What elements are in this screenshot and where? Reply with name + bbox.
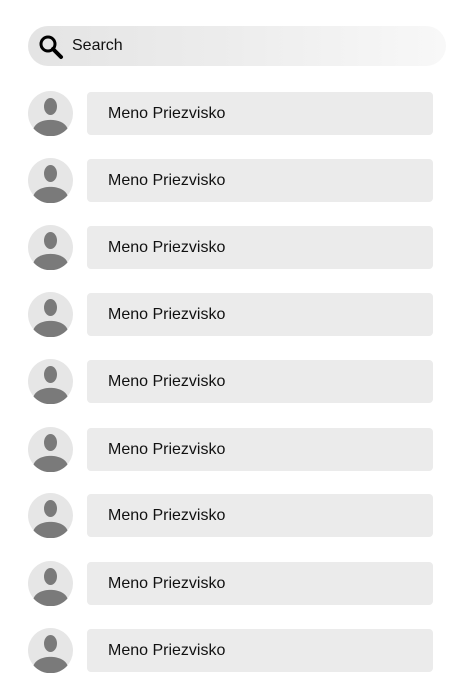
- contact-list: Meno Priezvisko Meno Priezvisko Meno Pri…: [0, 0, 474, 699]
- user-avatar-icon: [28, 493, 73, 538]
- contact-name[interactable]: Meno Priezvisko: [87, 494, 433, 537]
- contact-row[interactable]: Meno Priezvisko: [0, 292, 474, 338]
- contact-name[interactable]: Meno Priezvisko: [87, 92, 433, 135]
- user-avatar-icon: [28, 359, 73, 404]
- contact-name[interactable]: Meno Priezvisko: [87, 360, 433, 403]
- user-avatar-icon: [28, 561, 73, 606]
- contact-name[interactable]: Meno Priezvisko: [87, 159, 433, 202]
- contact-name[interactable]: Meno Priezvisko: [87, 226, 433, 269]
- contact-name[interactable]: Meno Priezvisko: [87, 428, 433, 471]
- contact-name[interactable]: Meno Priezvisko: [87, 562, 433, 605]
- user-avatar-icon: [28, 225, 73, 270]
- user-avatar-icon: [28, 91, 73, 136]
- contact-row[interactable]: Meno Priezvisko: [0, 493, 474, 539]
- user-avatar-icon: [28, 427, 73, 472]
- contact-row[interactable]: Meno Priezvisko: [0, 427, 474, 473]
- contact-row[interactable]: Meno Priezvisko: [0, 561, 474, 607]
- contact-name[interactable]: Meno Priezvisko: [87, 629, 433, 672]
- contact-row[interactable]: Meno Priezvisko: [0, 628, 474, 674]
- user-avatar-icon: [28, 158, 73, 203]
- user-avatar-icon: [28, 292, 73, 337]
- contact-row[interactable]: Meno Priezvisko: [0, 359, 474, 405]
- contact-row[interactable]: Meno Priezvisko: [0, 158, 474, 204]
- contact-row[interactable]: Meno Priezvisko: [0, 91, 474, 137]
- user-avatar-icon: [28, 628, 73, 673]
- contact-row[interactable]: Meno Priezvisko: [0, 225, 474, 271]
- contact-name[interactable]: Meno Priezvisko: [87, 293, 433, 336]
